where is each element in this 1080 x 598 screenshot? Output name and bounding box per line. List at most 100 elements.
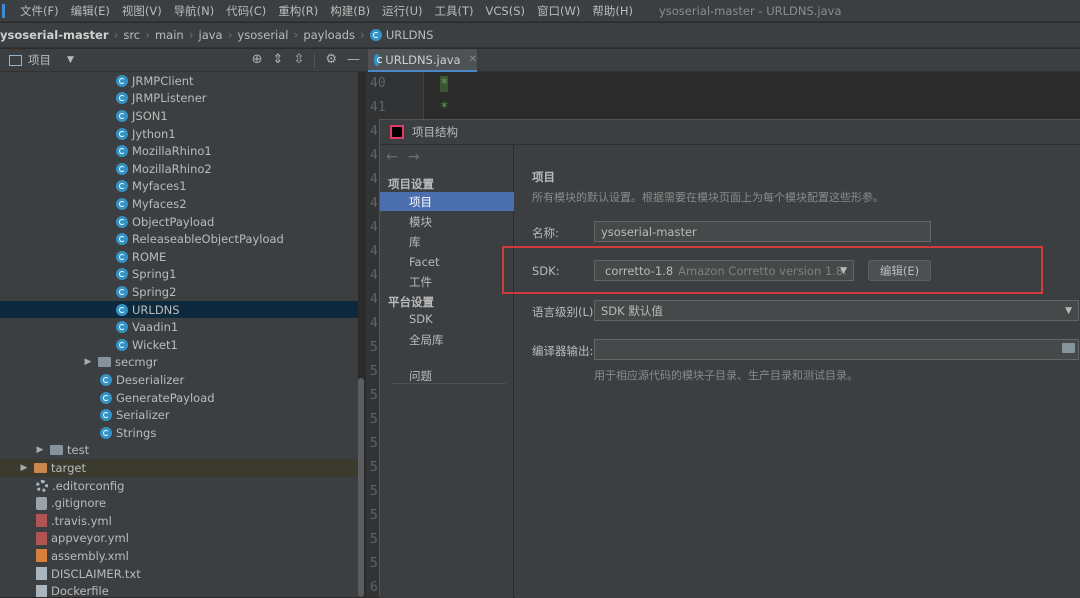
- menu-navigate[interactable]: 导航(N): [174, 3, 215, 19]
- dialog-title-bar[interactable]: 项目结构: [380, 120, 1080, 145]
- class-icon: [116, 321, 128, 334]
- tree-item-label: secmgr: [115, 355, 158, 370]
- tree-item-secmgr[interactable]: ▶ secmgr: [0, 354, 358, 372]
- tree-item-json1[interactable]: JSON1: [0, 107, 358, 125]
- tree-item-mozillarhino2[interactable]: MozillaRhino2: [0, 160, 358, 178]
- dialog-title: 项目结构: [412, 125, 458, 139]
- minimize-icon[interactable]: —: [347, 52, 360, 68]
- tree-item-rome[interactable]: ROME: [0, 248, 358, 266]
- chevron-right-icon[interactable]: ▶: [82, 357, 94, 367]
- menu-code[interactable]: 代码(C): [226, 3, 266, 19]
- gear-icon[interactable]: ⚙: [325, 52, 337, 68]
- tree-item-generatepayload[interactable]: GeneratePayload: [0, 389, 358, 407]
- xml-file-icon: [36, 549, 47, 563]
- sidebar-item-artifacts[interactable]: 工件: [380, 272, 514, 291]
- compiler-output-field[interactable]: [594, 339, 1079, 360]
- tree-item-urldns[interactable]: URLDNS: [0, 300, 358, 319]
- tab-urldns-java[interactable]: URLDNS.java ✕: [368, 49, 477, 72]
- tree-item-assembly-xml[interactable]: assembly.xml: [0, 547, 358, 565]
- menu-refactor[interactable]: 重构(R): [278, 3, 318, 19]
- tree-item-appveyor-yml[interactable]: appveyor.yml: [0, 530, 358, 548]
- tree-item-target[interactable]: ▶ target: [0, 459, 358, 477]
- tree-scrollbar[interactable]: [358, 378, 364, 597]
- tree-item-label: GeneratePayload: [116, 390, 215, 405]
- platform-settings-header: 平台设置: [388, 295, 434, 309]
- project-name-field[interactable]: ysoserial-master: [594, 221, 931, 242]
- breadcrumb-item[interactable]: URLDNS: [386, 28, 434, 42]
- menu-view[interactable]: 视图(V): [122, 3, 162, 19]
- back-arrow-icon[interactable]: ←: [386, 149, 398, 165]
- menu-run[interactable]: 运行(U): [382, 3, 422, 19]
- tree-item-spring2[interactable]: Spring2: [0, 283, 358, 301]
- breadcrumb-item[interactable]: java: [199, 28, 223, 42]
- menu-help[interactable]: 帮助(H): [592, 3, 633, 19]
- forward-arrow-icon[interactable]: →: [408, 149, 420, 165]
- chevron-down-icon[interactable]: ▼: [67, 55, 74, 65]
- breadcrumb-item[interactable]: ysoserial-master: [0, 28, 109, 42]
- browse-folder-icon[interactable]: [1062, 343, 1075, 353]
- close-icon[interactable]: ✕: [469, 54, 477, 65]
- chevron-right-icon: ›: [293, 28, 299, 42]
- tree-item-jython1[interactable]: Jython1: [0, 125, 358, 143]
- tree-item-wicket1[interactable]: Wicket1: [0, 336, 358, 354]
- project-tree: JRMPClient JRMPListener JSON1 Jython1 Mo…: [0, 72, 358, 597]
- tree-item-jrmpclient[interactable]: JRMPClient: [0, 72, 358, 90]
- tree-item-test[interactable]: ▶ test: [0, 442, 358, 460]
- tree-item-vaadin1[interactable]: Vaadin1: [0, 318, 358, 336]
- comment-star: *: [440, 76, 449, 92]
- window-title: ysoserial-master - URLDNS.java: [658, 3, 842, 18]
- sidebar-item-problems[interactable]: 问题: [380, 366, 514, 385]
- breadcrumb-item[interactable]: ysoserial: [237, 28, 288, 42]
- tree-item-myfaces1[interactable]: Myfaces1: [0, 178, 358, 196]
- breadcrumb-item[interactable]: main: [155, 28, 184, 42]
- tree-item-label: Spring2: [132, 284, 177, 299]
- chevron-right-icon[interactable]: ▶: [18, 463, 30, 473]
- locate-icon[interactable]: ⊕: [252, 52, 263, 68]
- tree-item-deserializer[interactable]: Deserializer: [0, 371, 358, 389]
- tree-item-travis-yml[interactable]: .travis.yml: [0, 512, 358, 530]
- sidebar-item-facet[interactable]: Facet: [380, 252, 514, 271]
- tree-item-strings[interactable]: Strings: [0, 424, 358, 442]
- tree-item-gitignore[interactable]: .gitignore: [0, 494, 358, 512]
- tree-item-objectpayload[interactable]: ObjectPayload: [0, 213, 358, 231]
- yml-file-icon: [36, 531, 47, 545]
- tree-item-spring1[interactable]: Spring1: [0, 266, 358, 284]
- tree-item-serializer[interactable]: Serializer: [0, 406, 358, 424]
- menu-vcs[interactable]: VCS(S): [486, 4, 525, 18]
- language-level-select[interactable]: SDK 默认值 ▼: [594, 300, 1079, 321]
- class-icon: [116, 268, 128, 281]
- menu-build[interactable]: 构建(B): [330, 3, 370, 19]
- tree-item-myfaces2[interactable]: Myfaces2: [0, 195, 358, 213]
- expand-all-icon[interactable]: ⇕: [273, 52, 284, 68]
- class-icon: [369, 29, 382, 41]
- tree-item-label: Jython1: [132, 126, 176, 141]
- menu-edit[interactable]: 编辑(E): [71, 3, 110, 19]
- project-view-selector[interactable]: 项目: [28, 52, 51, 68]
- menu-window[interactable]: 窗口(W): [537, 3, 580, 19]
- sidebar-item-sdk[interactable]: SDK: [380, 309, 514, 328]
- class-icon: [116, 127, 128, 140]
- sidebar-item-global-libraries[interactable]: 全局库: [380, 330, 514, 349]
- tree-item-editorconfig[interactable]: .editorconfig: [0, 477, 358, 495]
- toolbar-divider: [314, 54, 316, 68]
- app-logo-icon: [2, 3, 12, 18]
- sidebar-item-project[interactable]: 项目: [380, 192, 514, 211]
- sidebar-item-modules[interactable]: 模块: [380, 212, 514, 231]
- folder-icon: [34, 462, 47, 473]
- menu-tools[interactable]: 工具(T): [435, 3, 474, 19]
- tree-item-mozillarhino1[interactable]: MozillaRhino1: [0, 142, 358, 160]
- sidebar-item-libraries[interactable]: 库: [380, 232, 514, 251]
- collapse-all-icon[interactable]: ⇳: [293, 52, 304, 68]
- tree-item-jrmplistener[interactable]: JRMPListener: [0, 90, 358, 108]
- folder-icon: [98, 357, 111, 368]
- breadcrumb-item[interactable]: payloads: [303, 28, 355, 42]
- chevron-right-icon[interactable]: ▶: [34, 445, 46, 455]
- tree-item-label: ObjectPayload: [132, 214, 215, 229]
- breadcrumb-item[interactable]: src: [123, 28, 140, 42]
- class-icon: [116, 250, 128, 263]
- tree-item-releaseableobjectpayload[interactable]: ReleaseableObjectPayload: [0, 230, 358, 248]
- tree-item-disclaimer-txt[interactable]: DISCLAIMER.txt: [0, 565, 358, 583]
- tree-item-dockerfile[interactable]: Dockerfile: [0, 582, 358, 597]
- menu-file[interactable]: 文件(F): [20, 3, 59, 19]
- chevron-down-icon: ▼: [1065, 306, 1072, 316]
